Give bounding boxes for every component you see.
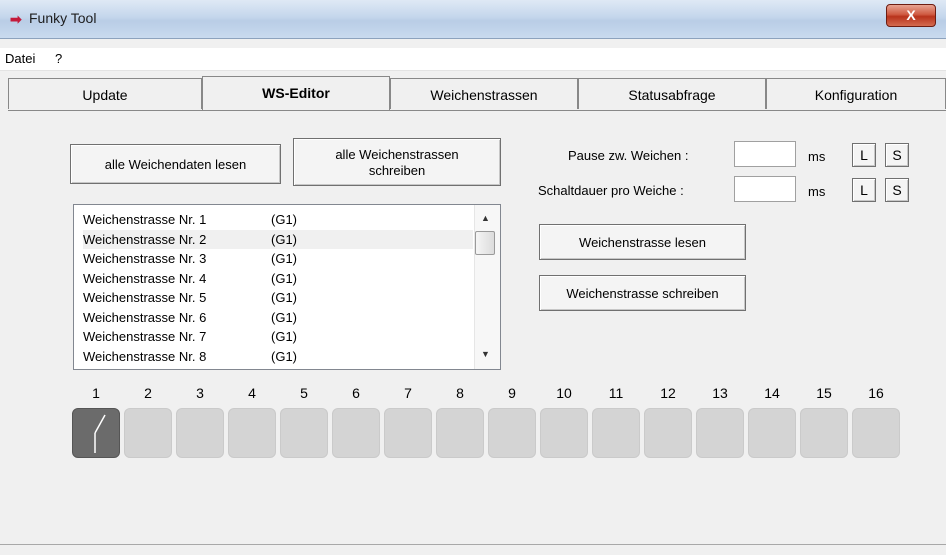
list-item[interactable]: Weichenstrasse Nr. 5 (G1): [83, 288, 473, 307]
menu-help[interactable]: ?: [55, 51, 62, 66]
switch-number: 7: [404, 385, 412, 401]
menu-datei[interactable]: Datei: [5, 51, 35, 66]
list-item-name: Weichenstrasse Nr. 1: [83, 212, 207, 227]
route-listbox[interactable]: Weichenstrasse Nr. 1 (G1) Weichenstrasse N…: [73, 204, 501, 370]
switch-tile[interactable]: [436, 408, 484, 458]
switch-number: 10: [556, 385, 572, 401]
switch-number: 13: [712, 385, 728, 401]
switch-tile[interactable]: [748, 408, 796, 458]
switch-tile[interactable]: [800, 408, 848, 458]
switch-number: 14: [764, 385, 780, 401]
switch-number: 5: [300, 385, 308, 401]
duration-label: Schaltdauer pro Weiche :: [538, 183, 684, 198]
switch-tile[interactable]: [228, 408, 276, 458]
switch-tile[interactable]: [696, 408, 744, 458]
list-scrollbar[interactable]: ▲ ▼: [474, 205, 500, 369]
list-item-group: (G1): [271, 290, 297, 305]
duration-load-button[interactable]: L: [852, 178, 876, 202]
switch-number: 3: [196, 385, 204, 401]
scroll-down-icon[interactable]: ▼: [481, 349, 490, 359]
switch-tile[interactable]: [384, 408, 432, 458]
list-item-group: (G1): [271, 309, 297, 325]
window-title: Funky Tool: [29, 10, 97, 26]
list-item[interactable]: Weichenstrasse Nr. 1 (G1): [83, 210, 473, 229]
pause-label: Pause zw. Weichen :: [568, 148, 689, 163]
list-item-group: (G1): [271, 329, 297, 344]
switch-tile[interactable]: [176, 408, 224, 458]
list-item-name: Weichenstrasse Nr. 4: [83, 270, 207, 286]
switch-number: 1: [92, 385, 100, 401]
write-route-button[interactable]: Weichenstrasse schreiben: [539, 275, 746, 311]
title-bar: ➡ Funky Tool X: [0, 0, 946, 39]
switch-number: 12: [660, 385, 676, 401]
switch-diverging-icon: [94, 414, 106, 453]
switch-number: 6: [352, 385, 360, 401]
list-item-name: Weichenstrasse Nr. 2: [83, 231, 207, 247]
read-route-button[interactable]: Weichenstrasse lesen: [539, 224, 746, 260]
list-item[interactable]: Weichenstrasse Nr. 3 (G1): [83, 249, 473, 268]
tab-ws-editor[interactable]: WS-Editor: [202, 76, 390, 110]
pause-unit: ms: [808, 149, 826, 164]
list-item[interactable]: Weichenstrasse Nr. 4 (G1): [83, 269, 473, 288]
close-button[interactable]: X: [886, 4, 936, 27]
list-item[interactable]: Weichenstrasse Nr. 7 (G1): [83, 327, 473, 346]
list-item-name: Weichenstrasse Nr. 3: [83, 251, 207, 266]
switch-tile[interactable]: [124, 408, 172, 458]
pause-load-button[interactable]: L: [852, 143, 876, 167]
list-item-group: (G1): [271, 270, 297, 286]
app-icon: ➡: [10, 11, 22, 27]
duration-save-button[interactable]: S: [885, 178, 909, 202]
tab-statusabfrage[interactable]: Statusabfrage: [578, 78, 766, 109]
list-item-group: (G1): [271, 251, 297, 266]
write-all-routes-button[interactable]: alle Weichenstrassen schreiben: [293, 138, 501, 186]
duration-input[interactable]: [734, 176, 796, 202]
switch-number: 4: [248, 385, 256, 401]
read-all-switch-data-button[interactable]: alle Weichendaten lesen: [70, 144, 281, 184]
switch-tile[interactable]: [280, 408, 328, 458]
status-bar: [0, 544, 946, 555]
switch-tile[interactable]: [592, 408, 640, 458]
switch-number: 11: [608, 385, 624, 401]
list-item-group: (G1): [271, 348, 297, 364]
switch-number: 8: [456, 385, 464, 401]
list-item-name: Weichenstrasse Nr. 6: [83, 309, 207, 325]
tab-bar: Update WS-Editor Weichenstrassen Statusa…: [8, 76, 946, 110]
scroll-up-icon[interactable]: ▲: [481, 213, 490, 223]
write-all-label-line1: alle Weichenstrassen: [335, 147, 459, 162]
switch-number: 16: [868, 385, 884, 401]
write-all-label-line2: schreiben: [368, 163, 426, 178]
switch-number: 2: [144, 385, 152, 401]
menu-bar: Datei ?: [0, 48, 946, 71]
list-item-name: Weichenstrasse Nr. 8: [83, 348, 207, 364]
switch-tile[interactable]: [540, 408, 588, 458]
list-item[interactable]: Weichenstrasse Nr. 6 (G1): [83, 308, 473, 327]
switch-number: 15: [816, 385, 832, 401]
switch-tile[interactable]: [332, 408, 380, 458]
tab-weichenstrassen[interactable]: Weichenstrassen: [390, 78, 578, 109]
pause-input[interactable]: [734, 141, 796, 167]
list-item[interactable]: Weichenstrasse Nr. 2 (G1): [83, 229, 473, 249]
list-item[interactable]: Weichenstrasse Nr. 8 (G1): [83, 347, 473, 366]
list-item-name: Weichenstrasse Nr. 7: [83, 329, 207, 344]
switch-tile[interactable]: [488, 408, 536, 458]
pause-save-button[interactable]: S: [885, 143, 909, 167]
list-item-group: (G1): [271, 231, 297, 247]
list-item-group: (G1): [271, 212, 297, 227]
tab-update[interactable]: Update: [8, 78, 202, 109]
tab-konfiguration[interactable]: Konfiguration: [766, 78, 946, 109]
switch-number: 9: [508, 385, 516, 401]
list-item-name: Weichenstrasse Nr. 5: [83, 290, 207, 305]
duration-unit: ms: [808, 184, 826, 199]
switch-tile[interactable]: [72, 408, 120, 458]
switch-tile[interactable]: [852, 408, 900, 458]
switch-tile[interactable]: [644, 408, 692, 458]
scroll-thumb[interactable]: [475, 231, 495, 255]
